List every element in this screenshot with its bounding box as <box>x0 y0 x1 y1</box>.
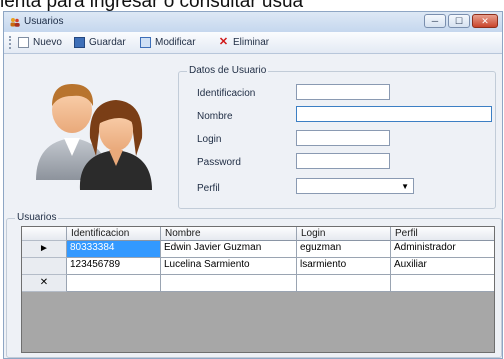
table-row[interactable]: ► 80333384 Edwin Javier Guzman eguzman A… <box>22 241 494 258</box>
usuarios-window: Usuarios ─ ☐ ✕ Nuevo Guardar Modificar ✕… <box>3 11 503 359</box>
new-row[interactable]: ✕ <box>22 275 494 292</box>
title-bar[interactable]: Usuarios ─ ☐ ✕ <box>4 12 502 32</box>
edit-icon <box>140 37 151 48</box>
datos-usuario-legend: Datos de Usuario <box>187 65 269 76</box>
password-label: Password <box>197 157 241 168</box>
cell-identificacion[interactable]: 80333384 <box>67 241 161 258</box>
new-row-header[interactable]: ✕ <box>22 275 67 292</box>
row-header[interactable] <box>22 258 67 275</box>
delete-icon: ✕ <box>218 36 229 48</box>
close-button[interactable]: ✕ <box>472 14 498 28</box>
cell-nombre[interactable]: Edwin Javier Guzman <box>161 241 297 258</box>
identificacion-field[interactable] <box>296 84 390 100</box>
nombre-field[interactable] <box>296 106 492 122</box>
nuevo-label: Nuevo <box>33 37 62 48</box>
column-header-nombre[interactable]: Nombre <box>161 227 297 241</box>
cell-perfil[interactable] <box>391 275 494 292</box>
login-field[interactable] <box>296 130 390 146</box>
cell-perfil[interactable]: Administrador <box>391 241 494 258</box>
maximize-button[interactable]: ☐ <box>448 14 470 28</box>
cell-nombre[interactable]: Lucelina Sarmiento <box>161 258 297 275</box>
guardar-label: Guardar <box>89 37 126 48</box>
toolbar-grip-icon[interactable] <box>9 36 13 49</box>
grid-corner[interactable] <box>22 227 67 241</box>
column-header-identificacion[interactable]: Identificacion <box>67 227 161 241</box>
row-header[interactable]: ► <box>22 241 67 258</box>
table-row[interactable]: 123456789 Lucelina Sarmiento lsarmiento … <box>22 258 494 275</box>
users-app-icon <box>10 18 20 27</box>
usuarios-group: Usuarios Identificacion Nombre Login Per… <box>6 212 502 358</box>
nombre-label: Nombre <box>197 111 233 122</box>
column-header-login[interactable]: Login <box>297 227 391 241</box>
toolbar: Nuevo Guardar Modificar ✕ Eliminar <box>4 32 502 54</box>
cell-nombre[interactable] <box>161 275 297 292</box>
save-icon <box>74 37 85 48</box>
usuarios-legend: Usuarios <box>15 212 59 223</box>
modificar-button[interactable]: Modificar <box>140 35 196 50</box>
nuevo-button[interactable]: Nuevo <box>18 35 62 50</box>
grid-header-row: Identificacion Nombre Login Perfil <box>22 227 494 241</box>
identificacion-label: Identificacion <box>197 88 256 99</box>
cell-login[interactable] <box>297 275 391 292</box>
cell-login[interactable]: eguzman <box>297 241 391 258</box>
new-document-icon <box>18 37 29 48</box>
window-title: Usuarios <box>24 16 64 27</box>
usuarios-grid[interactable]: Identificacion Nombre Login Perfil ► 803… <box>21 226 495 353</box>
guardar-button[interactable]: Guardar <box>74 35 126 50</box>
column-header-perfil[interactable]: Perfil <box>391 227 494 241</box>
cell-identificacion[interactable]: 123456789 <box>67 258 161 275</box>
password-field[interactable] <box>296 153 390 169</box>
minimize-button[interactable]: ─ <box>424 14 446 28</box>
caption-label: ienta para ingresar o consultar usua <box>0 0 304 11</box>
login-label: Login <box>197 134 222 145</box>
cell-identificacion[interactable] <box>67 275 161 292</box>
perfil-label: Perfil <box>197 183 220 194</box>
cell-login[interactable]: lsarmiento <box>297 258 391 275</box>
dropdown-arrow-icon[interactable]: ▼ <box>401 182 409 191</box>
modificar-label: Modificar <box>155 37 196 48</box>
eliminar-label: Eliminar <box>233 37 270 48</box>
caption-text: ienta para ingresar o consultar usua <box>0 0 504 11</box>
users-avatar-icon <box>36 84 152 190</box>
datos-usuario-group: Datos de Usuario Identificacion Nombre L… <box>178 65 496 209</box>
perfil-select[interactable]: ▼ <box>296 178 414 194</box>
eliminar-button[interactable]: ✕ Eliminar <box>218 35 269 50</box>
cell-perfil[interactable]: Auxiliar <box>391 258 494 275</box>
